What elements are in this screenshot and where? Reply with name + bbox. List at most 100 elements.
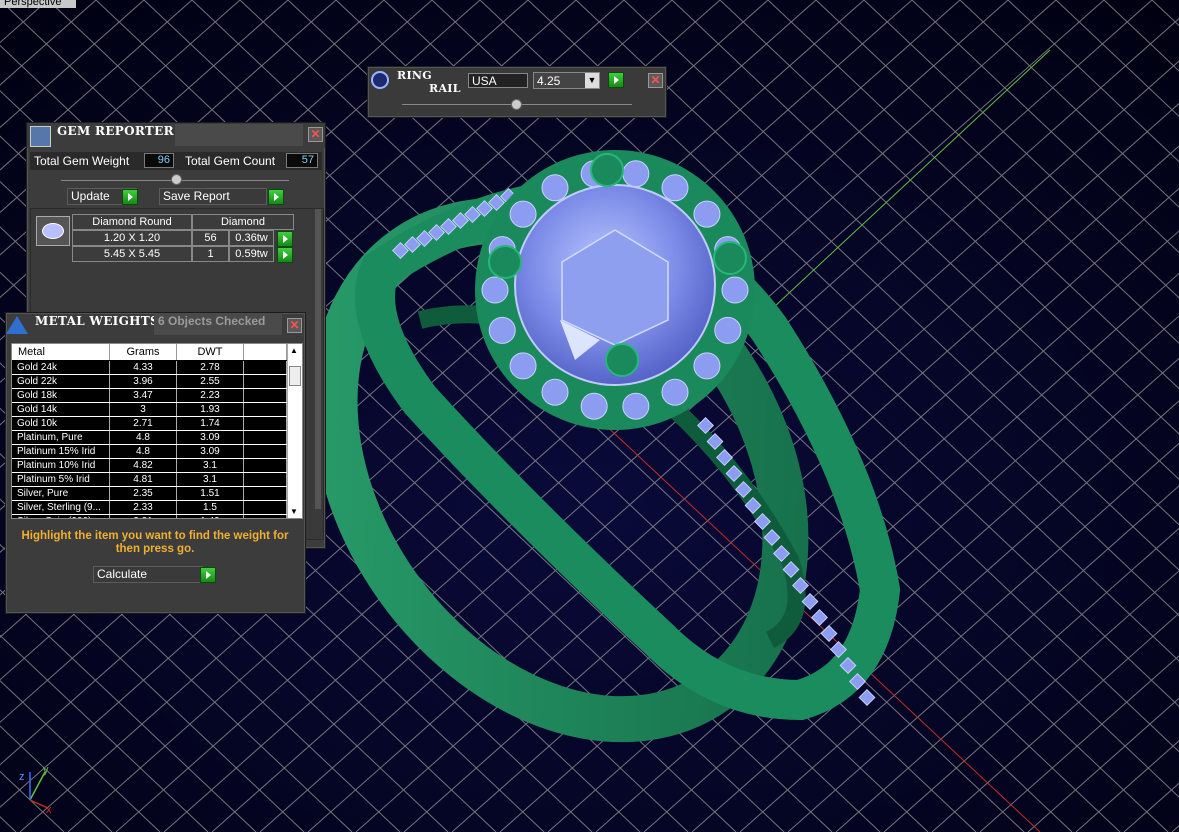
grams-value: 4.82 xyxy=(110,459,177,473)
total-gem-weight-value: 96 xyxy=(144,153,174,168)
calculate-select[interactable]: Calculate xyxy=(93,566,203,583)
dwt-value: 3.09 xyxy=(177,431,244,445)
size-system-field[interactable]: USA xyxy=(468,73,528,88)
metal-row[interactable]: Silver, Sterling (9... 2.33 1.5 xyxy=(12,501,287,515)
metal-table-scrollbar[interactable]: ▲ ▼ xyxy=(287,344,302,518)
metal-name: Gold 24k xyxy=(12,361,110,375)
gem-row-go-button[interactable] xyxy=(277,231,293,247)
metal-row[interactable]: Gold 14k 3 1.93 xyxy=(12,403,287,417)
scroll-down-arrow[interactable]: ▼ xyxy=(290,507,298,516)
halo-stone xyxy=(541,174,569,202)
metal-row[interactable]: Platinum 5% Irid 4.81 3.1 xyxy=(12,473,287,487)
prong xyxy=(713,241,747,275)
gem-reporter-title: GEM REPORTER xyxy=(57,124,174,138)
gem-count-cell[interactable]: 1 xyxy=(192,246,229,262)
dwt-value: 1.51 xyxy=(177,487,244,501)
grams-value: 2.31 xyxy=(110,515,177,518)
metal-row[interactable]: Silver Coin (900)2.311.49 xyxy=(12,515,287,518)
grams-value: 2.71 xyxy=(110,417,177,431)
ring-rail-title-line1: RING xyxy=(397,69,432,82)
halo-stone xyxy=(721,276,749,304)
extra-cell xyxy=(244,459,287,473)
metal-row[interactable]: Gold 22k 3.96 2.55 xyxy=(12,375,287,389)
extra-cell xyxy=(244,417,287,431)
gem-reporter-close-button[interactable]: ✕ xyxy=(308,127,323,142)
extra-cell xyxy=(244,375,287,389)
prong xyxy=(590,153,624,187)
grams-value: 2.33 xyxy=(110,501,177,515)
metal-name: Silver, Sterling (9... xyxy=(12,501,110,515)
extra-cell xyxy=(244,403,287,417)
metal-name: Gold 18k xyxy=(12,389,110,403)
metal-row[interactable]: Gold 10k 2.71 1.74 xyxy=(12,417,287,431)
gem-row-go-button[interactable] xyxy=(277,247,293,263)
ring-rail-icon[interactable] xyxy=(371,71,389,89)
halo-stone xyxy=(541,378,569,406)
extra-column-header[interactable] xyxy=(244,344,287,360)
gem-list-scrollbar[interactable] xyxy=(315,209,321,509)
ring-rail-slider-handle[interactable] xyxy=(511,99,522,110)
ring-size-select[interactable]: 4.25 ▼ xyxy=(533,72,600,89)
gem-size-cell[interactable]: 1.20 X 1.20 xyxy=(72,230,192,246)
metal-column-header[interactable]: Metal xyxy=(12,344,110,360)
dwt-value: 3.09 xyxy=(177,445,244,459)
dwt-column-header[interactable]: DWT xyxy=(177,344,244,360)
gem-type-header: Diamond xyxy=(192,214,294,230)
dwt-value: 2.55 xyxy=(177,375,244,389)
halo-stone xyxy=(622,392,650,420)
grams-value: 2.35 xyxy=(110,487,177,501)
metal-row[interactable]: Gold 24k 4.33 2.78 xyxy=(12,361,287,375)
chevron-down-icon[interactable]: ▼ xyxy=(585,73,599,88)
metal-row[interactable]: Platinum 15% Irid 4.8 3.09 xyxy=(12,445,287,459)
grams-value: 4.33 xyxy=(110,361,177,375)
metal-row[interactable]: Platinum, Pure 4.8 3.09 xyxy=(12,431,287,445)
halo-stone xyxy=(661,378,689,406)
objects-checked-status: 6 Objects Checked xyxy=(154,313,282,335)
scroll-up-arrow[interactable]: ▲ xyxy=(290,346,298,355)
grams-value: 4.8 xyxy=(110,445,177,459)
metal-name: Gold 10k xyxy=(12,417,110,431)
calculate-go-button[interactable] xyxy=(200,567,216,583)
metal-name: Platinum 10% Irid xyxy=(12,459,110,473)
metal-name: Gold 22k xyxy=(12,375,110,389)
dwt-value: 3.1 xyxy=(177,473,244,487)
dwt-value: 2.78 xyxy=(177,361,244,375)
ring-size-go-button[interactable] xyxy=(608,72,624,88)
save-report-go-button[interactable] xyxy=(268,189,284,205)
extra-cell xyxy=(244,515,287,518)
save-report-button[interactable]: Save Report xyxy=(159,188,267,205)
dwt-value: 1.74 xyxy=(177,417,244,431)
total-gem-weight-label: Total Gem Weight xyxy=(34,154,130,168)
z-axis-label: z xyxy=(19,771,25,783)
metal-row[interactable]: Silver, Pure 2.35 1.51 xyxy=(12,487,287,501)
halo-stone xyxy=(488,316,516,344)
halo-stone xyxy=(693,352,721,380)
ring-size-value: 4.25 xyxy=(537,74,561,88)
metal-row[interactable]: Gold 18k 3.47 2.23 xyxy=(12,389,287,403)
gem-slider-handle[interactable] xyxy=(171,174,182,185)
gem-weight-cell[interactable]: 0.59tw xyxy=(229,246,274,262)
metal-row[interactable]: Platinum 10% Irid 4.82 3.1 xyxy=(12,459,287,473)
scroll-thumb[interactable] xyxy=(289,366,301,386)
gem-size-cell[interactable]: 5.45 X 5.45 xyxy=(72,246,192,262)
halo-stone xyxy=(693,200,721,228)
metal-weights-icon xyxy=(6,316,28,334)
halo-stone xyxy=(481,276,509,304)
dwt-value: 3.1 xyxy=(177,459,244,473)
grams-value: 3.96 xyxy=(110,375,177,389)
gem-count-cell[interactable]: 56 xyxy=(192,230,229,246)
viewport-label[interactable]: Perspective xyxy=(0,0,76,8)
dwt-value: 1.93 xyxy=(177,403,244,417)
dwt-value: 1.5 xyxy=(177,501,244,515)
metal-name: Silver Coin (900) xyxy=(12,515,110,518)
grams-value: 4.81 xyxy=(110,473,177,487)
metal-name: Gold 14k xyxy=(12,403,110,417)
gem-report-icon xyxy=(30,126,51,147)
grams-value: 3 xyxy=(110,403,177,417)
metal-weights-close-button[interactable]: ✕ xyxy=(287,318,302,333)
grams-column-header[interactable]: Grams xyxy=(110,344,177,360)
update-go-button[interactable] xyxy=(122,189,138,205)
ring-rail-close-button[interactable]: ✕ xyxy=(648,73,663,88)
gem-reporter-title-well xyxy=(175,124,303,146)
gem-weight-cell[interactable]: 0.36tw xyxy=(229,230,274,246)
